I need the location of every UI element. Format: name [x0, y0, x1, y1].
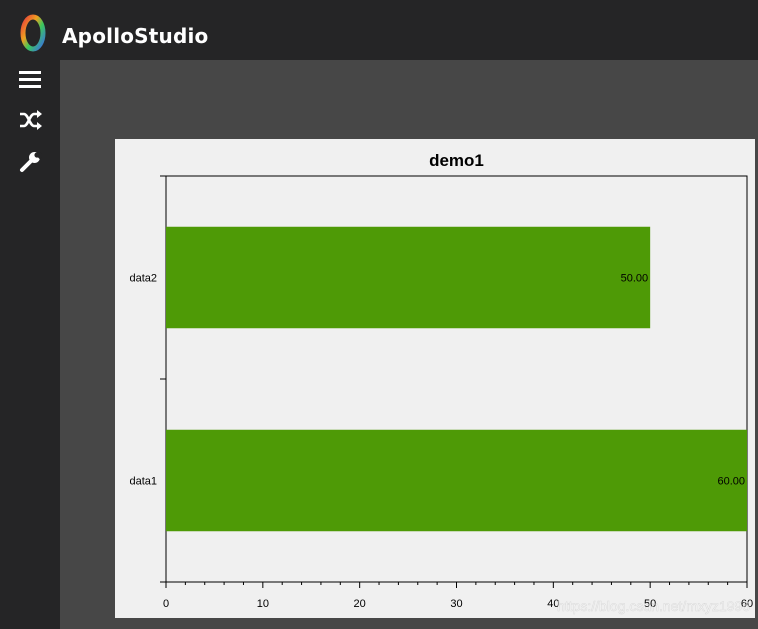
bar-data2 — [166, 226, 651, 329]
bar-data1 — [166, 429, 747, 532]
chart-title: demo1 — [429, 151, 484, 170]
watermark-text: https://blog.csdn.net/mxyz1996 — [557, 598, 750, 614]
shuffle-icon — [20, 110, 42, 130]
bar-value-label: 50.00 — [621, 273, 649, 285]
y-tick-label: data1 — [129, 476, 157, 488]
bar-chart: demo1 0 10 20 30 40 50 60 data2 50.00 data1 60.00 ht… — [115, 139, 755, 622]
bar-value-label: 60.00 — [717, 476, 745, 488]
shuffle-button[interactable] — [4, 100, 56, 140]
wrench-icon — [20, 151, 42, 172]
y-tick-label: data2 — [129, 273, 157, 285]
x-tick-label: 0 — [163, 598, 169, 610]
apollo-logo-icon — [20, 14, 46, 52]
sidebar — [4, 60, 60, 629]
app-title: ApolloStudio — [62, 24, 209, 48]
menu-button[interactable] — [4, 60, 56, 100]
x-tick-label: 10 — [257, 598, 269, 610]
hamburger-menu-icon — [19, 71, 41, 88]
chart-svg: demo10 10 20 30 40 50 60data2 50.00data1 60.00ht… — [129, 151, 753, 614]
app-window: ApolloStudio demo1 0 10 20 30 40 50 60 d… — [0, 0, 758, 629]
chart-panel: demo1 0 10 20 30 40 50 60 data2 50.00 data1 60.00 ht… — [115, 139, 755, 618]
x-tick-label: 20 — [354, 598, 366, 610]
settings-button[interactable] — [4, 142, 56, 182]
x-tick-label: 30 — [450, 598, 462, 610]
title-bar: ApolloStudio — [0, 0, 758, 60]
